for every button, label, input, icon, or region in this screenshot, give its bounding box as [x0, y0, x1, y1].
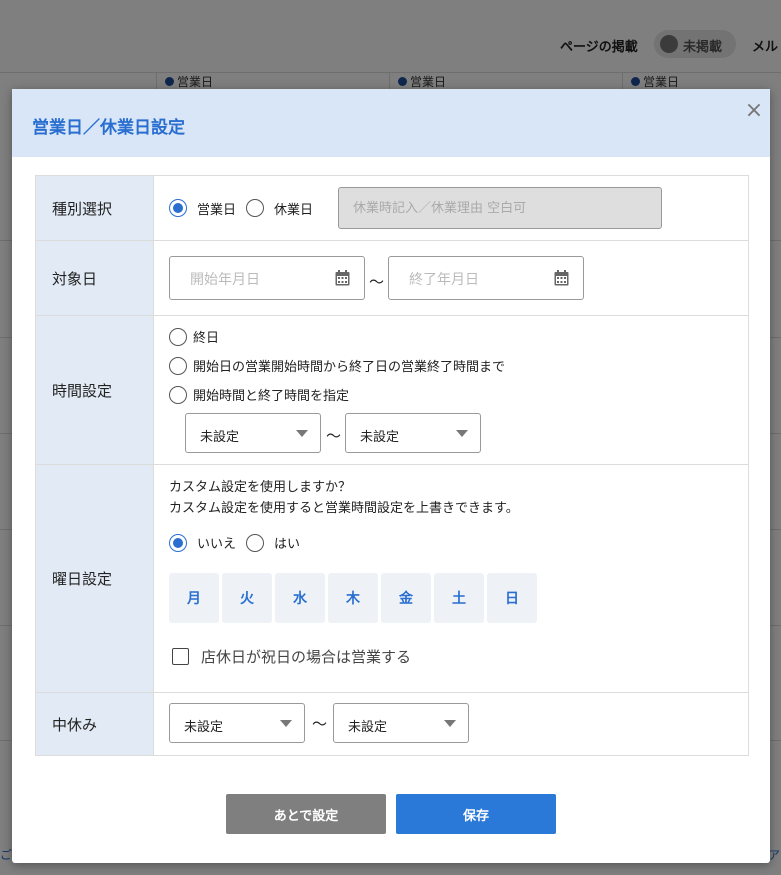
- weekday-row: 曜日設定 カスタム設定を使用しますか？ カスタム設定を使用すると営業時間設定を上…: [36, 465, 748, 693]
- day-button-sun[interactable]: 日: [487, 573, 537, 623]
- modal-header: 営業日／休業日設定 ×: [12, 89, 770, 157]
- radio-no[interactable]: いいえ: [169, 533, 246, 552]
- modal-title: 営業日／休業日設定: [32, 118, 185, 138]
- start-time-select[interactable]: 未設定: [185, 413, 321, 453]
- holiday-open-checkbox-row[interactable]: 店休日が祝日の場合は営業する: [172, 646, 411, 667]
- date-separator: ～: [369, 272, 385, 291]
- break-body: 未設定 ～ 未設定: [154, 693, 748, 755]
- day-button-sat[interactable]: 土: [434, 573, 484, 623]
- break-row: 中休み 未設定 ～ 未設定: [36, 693, 748, 755]
- holiday-open-checkbox[interactable]: [172, 648, 189, 665]
- date-row: 対象日 開始年月日 ～ 終了年月日: [36, 241, 748, 316]
- radio-circle[interactable]: [246, 533, 265, 552]
- end-time-value: 未設定: [360, 430, 400, 445]
- start-date-placeholder: 開始年月日: [190, 272, 260, 288]
- custom-setting-question: カスタム設定を使用しますか？ カスタム設定を使用すると営業時間設定を上書きできま…: [169, 477, 519, 519]
- radio-circle[interactable]: [169, 356, 187, 375]
- radio-specify-time[interactable]: 開始時間と終了時間を指定: [169, 385, 349, 404]
- start-date-field[interactable]: 開始年月日: [169, 256, 365, 300]
- chevron-down-icon: [280, 720, 292, 727]
- time-row: 時間設定 終日 開始日の営業開始時間から終了日の営業終了時間まで 開始時間と終了…: [36, 316, 748, 465]
- radio-all-day[interactable]: 終日: [169, 327, 219, 346]
- settings-form: 種別選択 営業日 休業日 対象日 開始年月日: [35, 175, 749, 756]
- end-date-placeholder: 終了年月日: [409, 272, 480, 288]
- chevron-down-icon: [444, 720, 456, 727]
- type-row: 種別選択 営業日 休業日: [36, 176, 748, 241]
- calendar-icon[interactable]: [554, 270, 569, 286]
- set-later-button[interactable]: あとで設定: [226, 794, 386, 834]
- break-separator: ～: [312, 715, 328, 733]
- holiday-reason-input[interactable]: [338, 187, 663, 229]
- radio-business-day[interactable]: 営業日: [169, 199, 236, 218]
- weekday-buttons: 月 火 水 木 金 土 日: [169, 573, 540, 623]
- time-body: 終日 開始日の営業開始時間から終了日の営業終了時間まで 開始時間と終了時間を指定…: [154, 316, 748, 464]
- chevron-down-icon: [456, 430, 468, 437]
- day-button-wed[interactable]: 水: [275, 573, 325, 623]
- radio-yes[interactable]: はい: [246, 533, 310, 552]
- radio-circle[interactable]: [169, 327, 187, 346]
- break-end-select[interactable]: 未設定: [333, 703, 469, 743]
- question-line: カスタム設定を使用すると営業時間設定を上書きできます。: [169, 501, 519, 516]
- end-date-field[interactable]: 終了年月日: [388, 256, 585, 300]
- radio-circle[interactable]: [169, 533, 187, 552]
- type-label: 種別選択: [36, 176, 154, 240]
- question-line: カスタム設定を使用しますか？: [169, 480, 352, 495]
- calendar-icon[interactable]: [335, 270, 350, 286]
- type-body: 営業日 休業日: [154, 176, 748, 240]
- close-icon[interactable]: ×: [742, 97, 766, 125]
- break-start-value: 未設定: [184, 720, 224, 735]
- time-separator: ～: [326, 427, 342, 445]
- day-button-thu[interactable]: 木: [328, 573, 378, 623]
- day-button-mon[interactable]: 月: [169, 573, 219, 623]
- radio-open-to-close[interactable]: 開始日の営業開始時間から終了日の営業終了時間まで: [169, 356, 505, 375]
- radio-holiday[interactable]: 休業日: [246, 199, 313, 218]
- start-time-value: 未設定: [200, 430, 240, 445]
- weekday-body: カスタム設定を使用しますか？ カスタム設定を使用すると営業時間設定を上書きできま…: [154, 465, 748, 692]
- day-button-tue[interactable]: 火: [222, 573, 272, 623]
- date-label: 対象日: [36, 241, 154, 315]
- break-label: 中休み: [36, 693, 154, 755]
- save-button[interactable]: 保存: [396, 794, 556, 834]
- radio-circle[interactable]: [246, 199, 265, 217]
- break-start-select[interactable]: 未設定: [169, 703, 305, 743]
- business-day-modal: 営業日／休業日設定 × 種別選択 営業日 休業日 対象日: [12, 89, 770, 863]
- weekday-label: 曜日設定: [36, 465, 154, 692]
- day-button-fri[interactable]: 金: [381, 573, 431, 623]
- time-label: 時間設定: [36, 316, 154, 464]
- holiday-open-label: 店休日が祝日の場合は営業する: [201, 648, 412, 666]
- radio-circle[interactable]: [169, 199, 187, 217]
- break-end-value: 未設定: [348, 720, 388, 735]
- radio-circle[interactable]: [169, 385, 187, 404]
- date-body: 開始年月日 ～ 終了年月日: [154, 241, 748, 315]
- custom-setting-options: いいえ はい: [169, 533, 310, 552]
- chevron-down-icon: [296, 430, 308, 437]
- end-time-select[interactable]: 未設定: [345, 413, 481, 453]
